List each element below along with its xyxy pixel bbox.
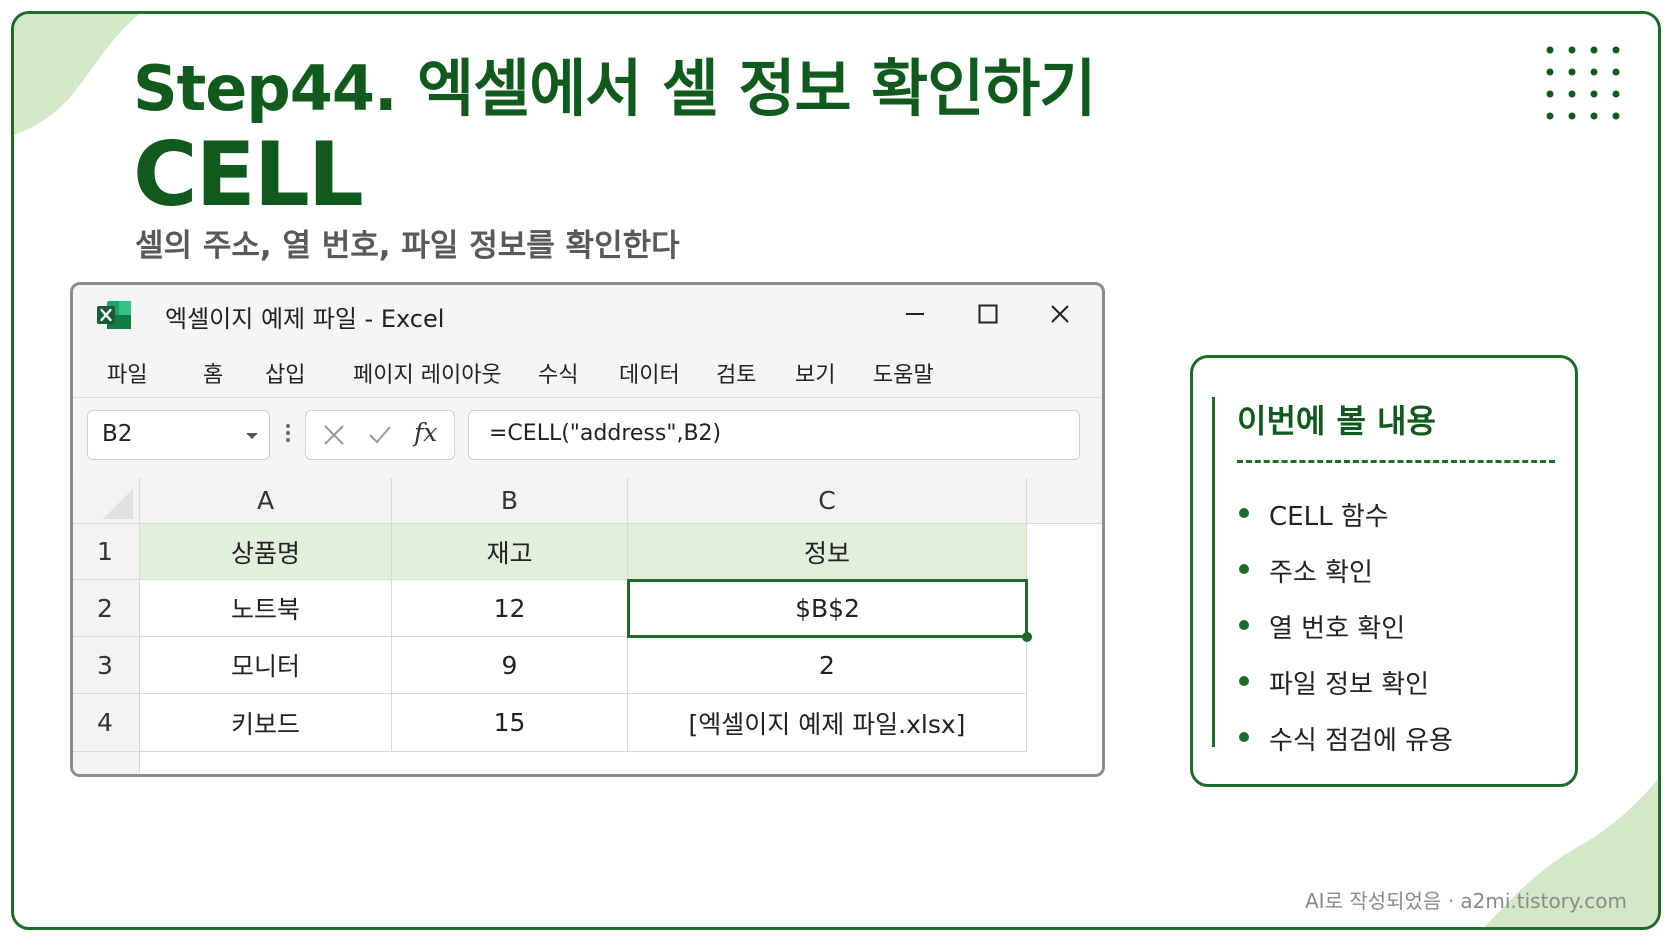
select-all-icon	[103, 489, 133, 519]
ribbon-tabs: 파일 홈 삽입 페이지 레이아웃 수식 데이터 검토 보기 도움말	[73, 343, 1102, 398]
excel-window: 엑셀이지 예제 파일 - Excel 파일 홈 삽입 페이지 레이아웃 수식 데…	[70, 282, 1105, 777]
footer-credit: AI로 작성되었음 · a2mi.tistory.com	[1305, 889, 1627, 913]
list-item: 열 번호 확인	[1237, 608, 1453, 664]
chevron-down-icon	[246, 433, 258, 439]
row-header-1[interactable]: 1	[73, 524, 140, 580]
name-box-value: B2	[102, 421, 133, 447]
tab-data[interactable]: 데이터	[619, 357, 680, 389]
list-item-label: CELL 함수	[1269, 502, 1389, 532]
cell-c3[interactable]: 2	[628, 637, 1027, 694]
insert-function-icon[interactable]: fx	[414, 418, 437, 447]
list-item-label: 주소 확인	[1269, 558, 1373, 588]
list-item-label: 수식 점검에 유용	[1269, 726, 1453, 756]
cell-b4[interactable]: 15	[392, 694, 628, 752]
cell-a3[interactable]: 모니터	[140, 637, 392, 694]
excel-logo-icon	[97, 301, 131, 329]
cancel-icon[interactable]	[322, 423, 346, 447]
column-header-b[interactable]: B	[392, 478, 628, 524]
cell-b1[interactable]: 재고	[392, 524, 628, 580]
tab-help[interactable]: 도움말	[873, 357, 934, 389]
tab-insert[interactable]: 삽입	[265, 357, 305, 389]
tab-formulas[interactable]: 수식	[538, 357, 578, 389]
minimize-button[interactable]	[895, 297, 935, 331]
cell-b2[interactable]: 12	[392, 580, 628, 637]
panel-title: 이번에 볼 내용	[1237, 402, 1436, 440]
check-icon[interactable]	[368, 423, 392, 447]
list-item: CELL 함수	[1237, 496, 1453, 552]
cell-a2[interactable]: 노트북	[140, 580, 392, 637]
bullet-icon	[1239, 620, 1249, 630]
cell-c4[interactable]: [엑셀이지 예제 파일.xlsx]	[628, 694, 1027, 752]
column-header-c[interactable]: C	[628, 478, 1027, 524]
panel-accent-bar	[1212, 397, 1215, 747]
spreadsheet-grid: A B C 1 상품명 재고 정보 2 노트북 12 $B$2 3 모니터 9 …	[73, 478, 1102, 774]
list-item: 파일 정보 확인	[1237, 664, 1453, 720]
slide-title: Step44. 엑셀에서 셀 정보 확인하기	[133, 52, 1096, 125]
tab-home[interactable]: 홈	[203, 357, 223, 389]
tab-view[interactable]: 보기	[795, 357, 835, 389]
fill-handle[interactable]	[1022, 632, 1032, 642]
formula-bar: B2 fx =CELL("address",B2)	[73, 398, 1102, 478]
bullet-icon	[1239, 676, 1249, 686]
formula-input[interactable]: =CELL("address",B2)	[468, 410, 1080, 460]
tab-page-layout[interactable]: 페이지 레이아웃	[353, 357, 502, 389]
list-item: 주소 확인	[1237, 552, 1453, 608]
row-header-3[interactable]: 3	[73, 637, 140, 694]
maximize-button[interactable]	[968, 297, 1008, 331]
formula-controls: fx	[305, 410, 455, 460]
more-options-icon[interactable]	[285, 422, 291, 444]
cell-a1[interactable]: 상품명	[140, 524, 392, 580]
close-button[interactable]	[1040, 297, 1080, 331]
slide-subtitle: 셀의 주소, 열 번호, 파일 정보를 확인한다	[135, 228, 680, 264]
list-item-label: 열 번호 확인	[1269, 614, 1406, 644]
column-header-empty	[1027, 478, 1102, 524]
cell-b3[interactable]: 9	[392, 637, 628, 694]
panel-list: CELL 함수 주소 확인 열 번호 확인 파일 정보 확인 수식 점검에 유용	[1237, 496, 1453, 776]
summary-panel: 이번에 볼 내용 CELL 함수 주소 확인 열 번호 확인 파일 정보 확인 …	[1190, 355, 1578, 787]
select-all-corner[interactable]	[73, 478, 140, 524]
close-icon	[1051, 305, 1069, 323]
minimize-icon	[906, 313, 924, 315]
window-title: 엑셀이지 예제 파일 - Excel	[165, 305, 445, 333]
bullet-icon	[1239, 508, 1249, 518]
tab-review[interactable]: 검토	[716, 357, 756, 389]
row-header-2[interactable]: 2	[73, 580, 140, 637]
decor-dot-grid	[1546, 46, 1620, 120]
maximize-icon	[978, 304, 998, 324]
list-item: 수식 점검에 유용	[1237, 720, 1453, 776]
name-box[interactable]: B2	[87, 410, 270, 460]
column-header-a[interactable]: A	[140, 478, 392, 524]
cell-a4[interactable]: 키보드	[140, 694, 392, 752]
tab-file[interactable]: 파일	[107, 357, 147, 389]
bullet-icon	[1239, 564, 1249, 574]
window-titlebar: 엑셀이지 예제 파일 - Excel	[73, 285, 1102, 343]
panel-divider	[1237, 460, 1555, 463]
formula-text: =CELL("address",B2)	[489, 421, 722, 446]
row-header-4[interactable]: 4	[73, 694, 140, 752]
function-name: CELL	[133, 123, 364, 226]
list-item-label: 파일 정보 확인	[1269, 670, 1430, 700]
bullet-icon	[1239, 732, 1249, 742]
cell-c2-selected[interactable]: $B$2	[627, 579, 1028, 638]
cell-c1[interactable]: 정보	[628, 524, 1027, 580]
row-header-5	[73, 752, 140, 774]
